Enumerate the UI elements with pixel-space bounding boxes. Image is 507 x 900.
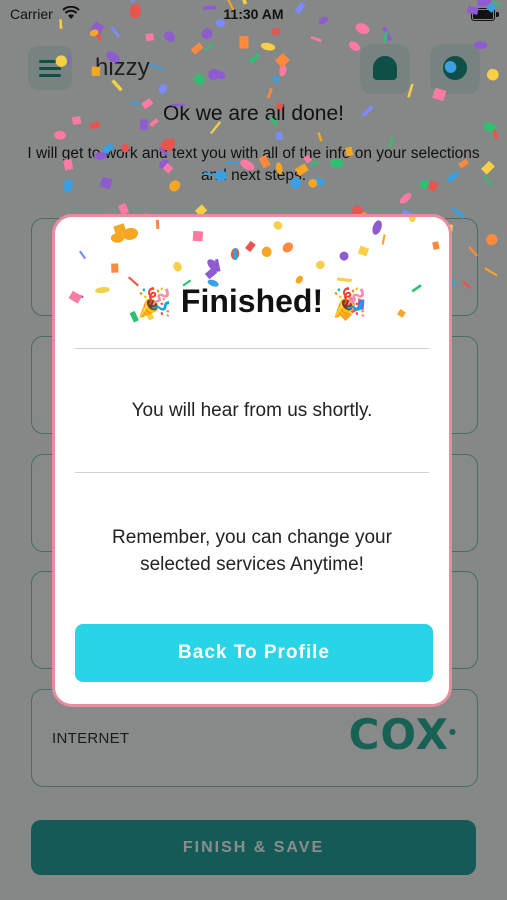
modal-title: 🎉 Finished! 🎉: [55, 283, 449, 320]
confetti-piece: [79, 250, 87, 260]
confetti-piece: [282, 242, 294, 253]
confetti-piece: [339, 251, 349, 261]
confetti-piece: [261, 246, 272, 258]
confetti-piece: [245, 240, 256, 253]
modal-message: You will hear from us shortly.: [131, 400, 373, 421]
confetti-piece: [408, 217, 416, 223]
confetti-piece: [111, 263, 119, 273]
confetti-piece: [273, 221, 283, 230]
divider: [75, 472, 429, 473]
confetti-piece: [173, 261, 182, 272]
party-popper-icon: 🎉: [332, 287, 367, 318]
finished-modal: 🎉 Finished! 🎉 You will hear from us shor…: [52, 214, 452, 707]
modal-title-text: Finished!: [180, 283, 324, 319]
confetti-piece: [336, 277, 352, 283]
confetti-piece: [155, 219, 160, 230]
confetti-piece: [381, 234, 386, 245]
back-to-profile-button[interactable]: Back To Profile: [75, 624, 433, 682]
divider: [75, 348, 429, 349]
party-popper-icon: 🎉: [137, 287, 172, 318]
confetti-piece: [316, 260, 325, 270]
confetti-piece: [432, 241, 440, 250]
confetti-piece: [233, 248, 238, 260]
modal-note: Remember, you can change your selected s…: [112, 527, 392, 575]
confetti-piece: [192, 230, 204, 242]
confetti-piece: [372, 220, 382, 235]
confetti-piece: [357, 245, 370, 257]
